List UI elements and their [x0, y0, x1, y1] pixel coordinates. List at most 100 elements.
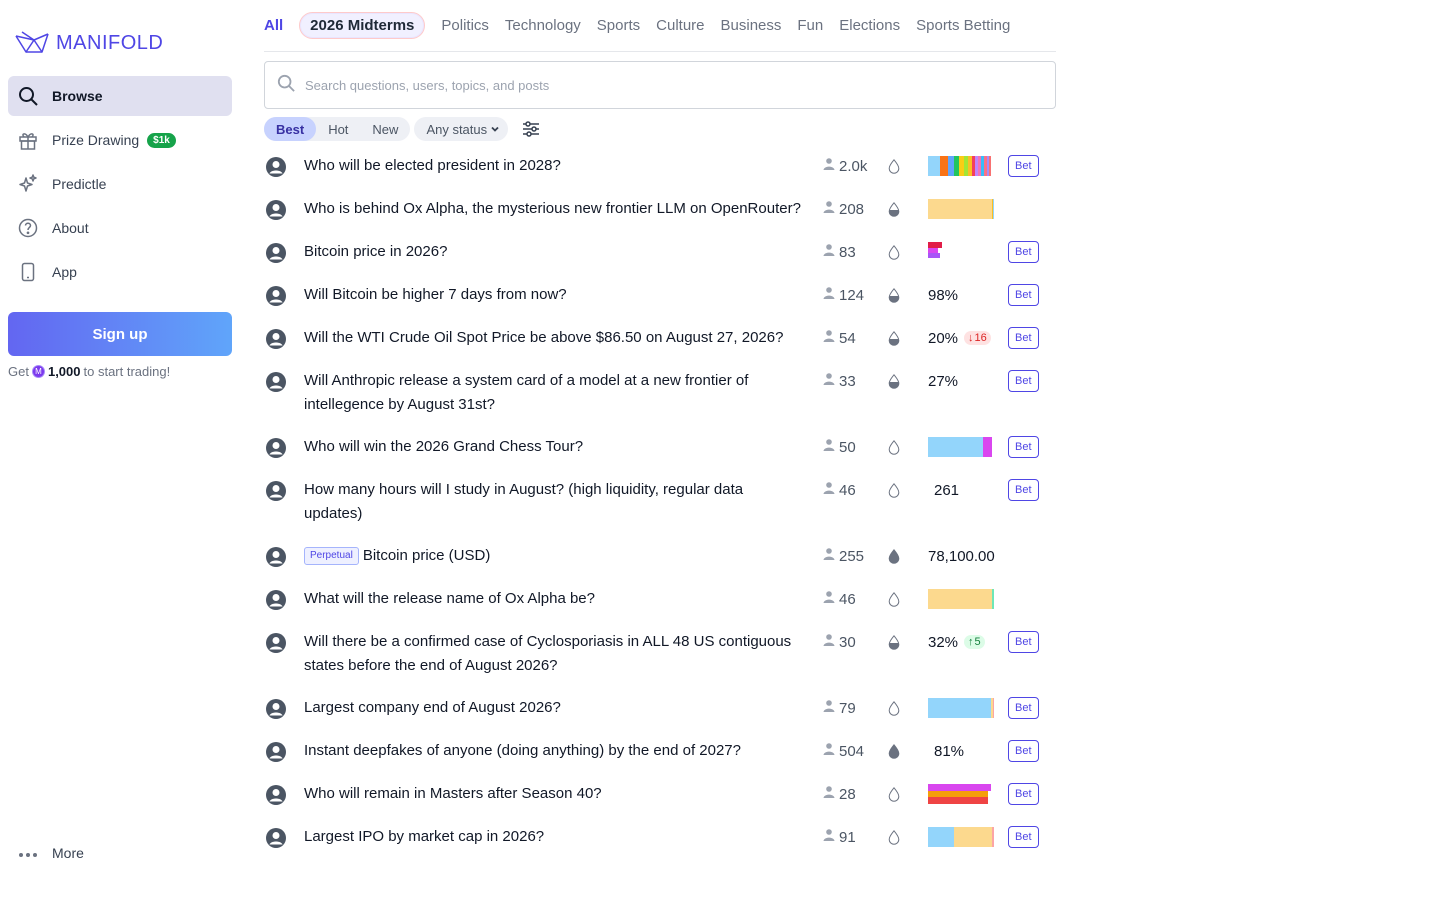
tab-business[interactable]: Business — [721, 17, 782, 34]
status-dropdown[interactable]: Any status — [414, 117, 509, 141]
sidebar-item-predictle[interactable]: Predictle — [8, 164, 232, 204]
bet-button[interactable]: Bet — [1008, 284, 1039, 306]
trader-count: 208 — [822, 197, 864, 221]
market-row[interactable]: Will Anthropic release a system card of … — [264, 360, 1056, 426]
traders-icon — [822, 785, 836, 803]
market-question[interactable]: Will the WTI Crude Oil Spot Price be abo… — [304, 326, 804, 351]
tab-fun[interactable]: Fun — [797, 17, 823, 34]
user-avatar-icon[interactable] — [264, 327, 288, 351]
sort-new[interactable]: New — [360, 117, 410, 141]
prize-badge: $1k — [147, 132, 176, 148]
manifold-logo[interactable]: MANIFOLD — [14, 28, 163, 58]
market-question[interactable]: Will Anthropic release a system card of … — [304, 369, 804, 417]
market-row[interactable]: Largest company end of August 2026? 79 Bet — [264, 687, 1056, 730]
market-question-text: Who is behind Ox Alpha, the mysterious n… — [304, 200, 801, 217]
ellipsis-icon — [18, 845, 38, 861]
answer-segment — [928, 827, 954, 847]
search-input[interactable] — [305, 77, 1005, 93]
tab-all[interactable]: All — [264, 17, 283, 34]
bet-button[interactable]: Bet — [1008, 631, 1039, 653]
market-question[interactable]: What will the release name of Ox Alpha b… — [304, 587, 804, 612]
market-row[interactable]: What will the release name of Ox Alpha b… — [264, 578, 1056, 621]
user-avatar-icon[interactable] — [264, 284, 288, 308]
more-label: More — [52, 845, 84, 861]
bet-button[interactable]: Bet — [1008, 697, 1039, 719]
bet-button[interactable]: Bet — [1008, 783, 1039, 805]
user-avatar-icon[interactable] — [264, 697, 288, 721]
market-question[interactable]: Who will win the 2026 Grand Chess Tour? — [304, 435, 804, 460]
bet-button[interactable]: Bet — [1008, 479, 1039, 501]
market-row[interactable]: Will Bitcoin be higher 7 days from now? 1… — [264, 274, 1056, 317]
sidebar-item-app[interactable]: App — [8, 252, 232, 292]
sort-best[interactable]: Best — [264, 117, 317, 141]
sidebar-item-about[interactable]: About — [8, 208, 232, 248]
user-avatar-icon[interactable] — [264, 783, 288, 807]
market-row[interactable]: Perpetual Bitcoin price (USD) 255 78,100.00 — [264, 535, 1056, 578]
user-avatar-icon[interactable] — [264, 479, 288, 503]
user-avatar-icon[interactable] — [264, 588, 288, 612]
market-row[interactable]: Will the WTI Crude Oil Spot Price be abo… — [264, 317, 1056, 360]
market-question[interactable]: Will there be a confirmed case of Cyclos… — [304, 630, 804, 678]
market-row[interactable]: Who will win the 2026 Grand Chess Tour? 5… — [264, 426, 1056, 469]
liquidity-drop-icon — [888, 701, 900, 721]
more-menu-button[interactable]: More — [18, 845, 84, 861]
bet-button[interactable]: Bet — [1008, 740, 1039, 762]
tab-culture[interactable]: Culture — [656, 17, 704, 34]
user-avatar-icon[interactable] — [264, 155, 288, 179]
bet-button[interactable]: Bet — [1008, 370, 1039, 392]
market-question[interactable]: Who is behind Ox Alpha, the mysterious n… — [304, 197, 804, 222]
trader-count: 46 — [822, 478, 856, 502]
market-row[interactable]: How many hours will I study in August? (… — [264, 469, 1056, 535]
bet-button[interactable]: Bet — [1008, 241, 1039, 263]
market-row[interactable]: Bitcoin price in 2026? 83 Bet — [264, 231, 1056, 274]
sidebar: MANIFOLD Browse Prize Drawing $1k Predic… — [0, 0, 240, 900]
probability-value: 98% — [928, 286, 959, 304]
sidebar-item-prize-drawing[interactable]: Prize Drawing $1k — [8, 120, 232, 160]
answer-segment — [928, 437, 983, 457]
market-row[interactable]: Who will remain in Masters after Season … — [264, 773, 1056, 816]
market-row[interactable]: Largest IPO by market cap in 2026? 91 Bet — [264, 816, 1056, 859]
user-avatar-icon[interactable] — [264, 631, 288, 655]
filter-bar: Best Hot New Any status — [264, 117, 1056, 141]
market-question[interactable]: Who will remain in Masters after Season … — [304, 782, 804, 807]
tab-politics[interactable]: Politics — [441, 17, 489, 34]
user-avatar-icon[interactable] — [264, 198, 288, 222]
market-row[interactable]: Instant deepfakes of anyone (doing anyth… — [264, 730, 1056, 773]
sort-hot[interactable]: Hot — [316, 117, 360, 141]
market-row[interactable]: Who is behind Ox Alpha, the mysterious n… — [264, 188, 1056, 231]
user-avatar-icon[interactable] — [264, 436, 288, 460]
tab-elections[interactable]: Elections — [839, 17, 900, 34]
trader-count-value: 54 — [839, 329, 856, 347]
sidebar-item-browse[interactable]: Browse — [8, 76, 232, 116]
traders-icon — [822, 742, 836, 760]
market-question-text: Instant deepfakes of anyone (doing anyth… — [304, 742, 741, 759]
market-row[interactable]: Will there be a confirmed case of Cyclos… — [264, 621, 1056, 687]
market-question[interactable]: Bitcoin price in 2026? — [304, 240, 804, 265]
tab-sports[interactable]: Sports — [597, 17, 640, 34]
user-avatar-icon[interactable] — [264, 826, 288, 850]
market-question[interactable]: Perpetual Bitcoin price (USD) — [304, 544, 804, 569]
market-question[interactable]: Largest company end of August 2026? — [304, 696, 804, 721]
answer-segment — [992, 437, 994, 457]
bet-button[interactable]: Bet — [1008, 155, 1039, 177]
bet-button[interactable]: Bet — [1008, 826, 1039, 848]
user-avatar-icon[interactable] — [264, 740, 288, 764]
market-row[interactable]: Who will be elected president in 2028? 2.… — [264, 145, 1056, 188]
tab-sports-betting[interactable]: Sports Betting — [916, 17, 1010, 34]
user-avatar-icon[interactable] — [264, 545, 288, 569]
market-question-text: Who will remain in Masters after Season … — [304, 785, 602, 802]
adjustments-icon[interactable] — [522, 120, 540, 138]
market-question[interactable]: How many hours will I study in August? (… — [304, 478, 804, 526]
market-question[interactable]: Largest IPO by market cap in 2026? — [304, 825, 804, 850]
user-avatar-icon[interactable] — [264, 370, 288, 394]
bet-button[interactable]: Bet — [1008, 436, 1039, 458]
bet-button[interactable]: Bet — [1008, 327, 1039, 349]
market-question[interactable]: Instant deepfakes of anyone (doing anyth… — [304, 739, 804, 764]
tab-2026-midterms[interactable]: 2026 Midterms — [299, 12, 426, 39]
sign-up-button[interactable]: Sign up — [8, 312, 232, 356]
market-question[interactable]: Who will be elected president in 2028? — [304, 154, 804, 179]
tab-technology[interactable]: Technology — [505, 17, 581, 34]
market-question[interactable]: Will Bitcoin be higher 7 days from now? — [304, 283, 804, 308]
liquidity-drop-icon — [888, 245, 900, 265]
user-avatar-icon[interactable] — [264, 241, 288, 265]
